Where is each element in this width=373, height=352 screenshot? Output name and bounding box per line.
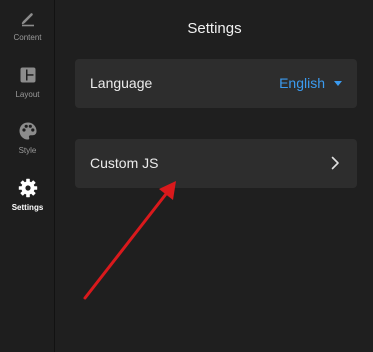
language-label: Language [90, 75, 153, 91]
sidebar-item-content[interactable]: Content [0, 7, 55, 55]
layout-icon [17, 64, 39, 86]
sidebar-item-settings[interactable]: Settings [0, 177, 55, 225]
sidebar-item-style[interactable]: Style [0, 120, 55, 168]
language-value[interactable]: English [279, 75, 325, 91]
custom-js-row[interactable]: Custom JS [75, 139, 357, 188]
chevron-right-icon [327, 155, 343, 171]
language-select[interactable]: Language English [75, 59, 357, 108]
sidebar-item-layout[interactable]: Layout [0, 64, 55, 112]
custom-js-label: Custom JS [90, 155, 159, 171]
page-title: Settings [187, 20, 242, 37]
pencil-icon [17, 7, 39, 29]
sidebar-item-label: Style [18, 146, 37, 155]
sidebar-item-label: Settings [11, 203, 44, 212]
caret-down-icon [334, 81, 342, 86]
gear-icon [17, 177, 39, 199]
palette-icon [17, 120, 39, 142]
sidebar-item-label: Layout [15, 90, 40, 99]
settings-panel: Settings Language English Custom JS [56, 0, 373, 352]
sidebar-item-label: Content [13, 33, 42, 42]
sidebar: Content Layout Style Settings [0, 0, 55, 352]
